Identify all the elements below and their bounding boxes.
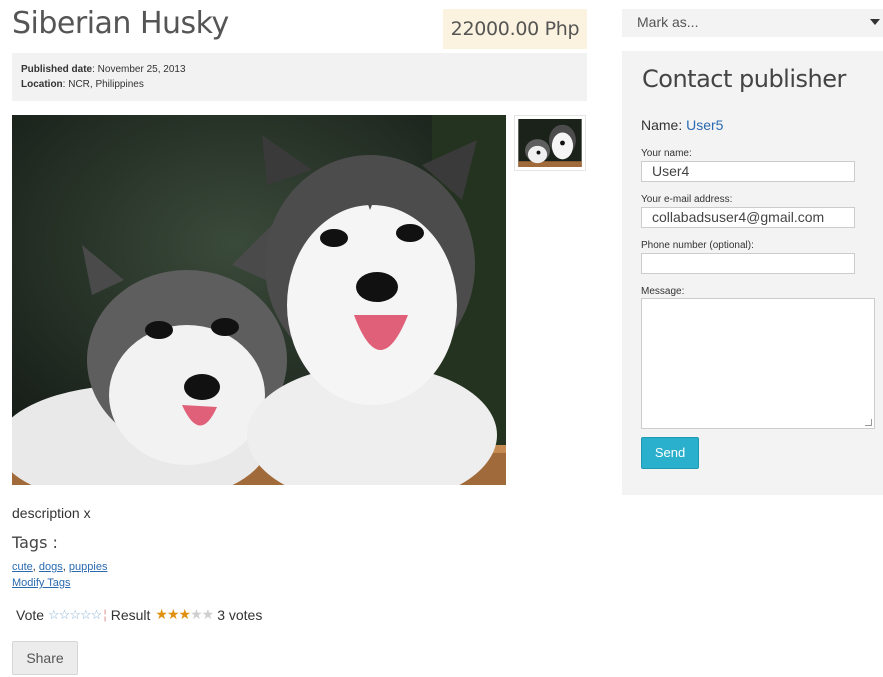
message-textarea[interactable]	[641, 298, 875, 429]
rating-row: Vote ☆☆☆☆☆ ¦ Result ★ ★ ★ ★ ★ 3 votes	[16, 606, 262, 623]
husky-puppies-photo	[12, 115, 506, 485]
result-stars: ★ ★ ★ ★ ★	[155, 606, 215, 623]
main-listing-image[interactable]	[12, 115, 506, 485]
star-empty-icon: ★	[190, 606, 203, 622]
contact-title: Contact publisher	[642, 65, 846, 93]
published-date: Published date: November 25, 2013	[21, 64, 186, 75]
mark-as-dropdown[interactable]: Mark as...	[622, 9, 883, 37]
star-empty-icon: ★	[201, 606, 215, 622]
star-filled-icon: ★	[155, 606, 168, 622]
contact-publisher-panel: Contact publisher Name: User5 Your name:…	[622, 51, 883, 495]
star-filled-icon: ★	[166, 606, 180, 622]
publisher-profile-link[interactable]: User5	[686, 117, 723, 133]
send-button[interactable]: Send	[641, 437, 699, 469]
listing-description: description x	[12, 505, 91, 521]
listing-meta: Published date: November 25, 2013 Locati…	[12, 53, 587, 101]
share-button[interactable]: Share	[12, 641, 78, 675]
result-label: Result	[110, 606, 151, 623]
rating-separator: ¦	[103, 607, 107, 622]
votes-count: 3 votes	[217, 606, 263, 623]
price-badge: 22000.00 Php	[443, 9, 587, 49]
listing-title: Siberian Husky	[12, 6, 229, 41]
vote-label: Vote	[16, 606, 45, 623]
tag-list: cute, dogs, puppies	[12, 561, 108, 573]
thumbnail-image[interactable]	[514, 115, 586, 171]
mark-as-selected: Mark as...	[637, 14, 699, 30]
resize-handle-icon[interactable]	[865, 419, 872, 426]
husky-puppies-thumbnail	[518, 119, 582, 167]
tags-heading: Tags :	[12, 533, 58, 552]
chevron-down-icon	[870, 19, 880, 25]
message-label: Message:	[641, 286, 685, 297]
email-label: Your e-mail address:	[641, 194, 733, 205]
email-field[interactable]: collabadsuser4@gmail.com	[641, 207, 855, 228]
phone-label: Phone number (optional):	[641, 240, 754, 251]
your-name-field[interactable]: User4	[641, 161, 855, 182]
star-filled-icon: ★	[178, 606, 192, 622]
publisher-name: Name: User5	[641, 117, 724, 133]
tag-link-puppies[interactable]: puppies	[69, 561, 108, 573]
modify-tags-link[interactable]: Modify Tags	[12, 577, 71, 589]
tag-link-cute[interactable]: cute	[12, 561, 33, 573]
your-name-label: Your name:	[641, 148, 692, 159]
vote-stars-input[interactable]: ☆☆☆☆☆	[48, 607, 102, 623]
phone-field[interactable]	[641, 253, 855, 274]
location: Location: NCR, Philippines	[21, 79, 144, 90]
tag-link-dogs[interactable]: dogs	[39, 561, 63, 573]
